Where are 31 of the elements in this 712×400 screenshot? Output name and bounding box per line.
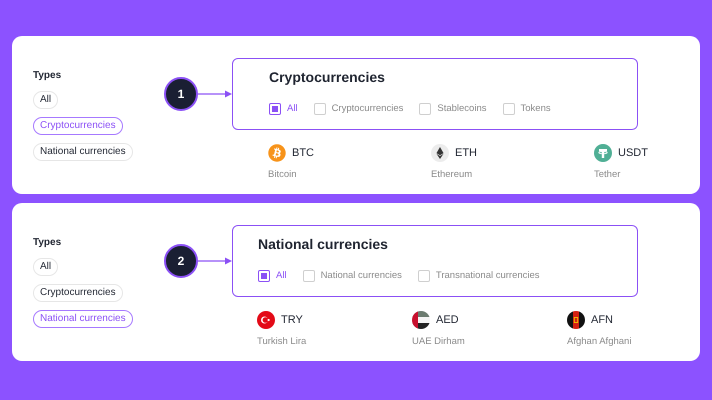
type-chip[interactable]: National currencies [33,310,133,328]
currency-code: BTC [292,146,314,161]
currency-code: USDT [618,146,648,161]
types-heading: Types [33,236,62,250]
currency-name: Ethereum [431,168,474,182]
type-chip[interactable]: Cryptocurrencies [33,117,123,135]
currency-code: TRY [281,312,303,328]
currency-name: Afghan Afghani [567,335,632,349]
currency-code: AFN [591,312,613,328]
filter-checkbox[interactable]: Stablecoins [419,102,486,116]
types-heading: Types [33,69,62,83]
currency-name: Turkish Lira [257,335,308,349]
filter-checkbox[interactable]: All [258,269,287,284]
step-badge: 1 [164,77,198,111]
filter-checkbox[interactable]: Cryptocurrencies [314,102,404,116]
filter-checkbox[interactable]: Tokens [502,102,551,116]
currency-code: AED [436,312,459,328]
currency-name: Bitcoin [268,168,298,182]
type-chip[interactable]: National currencies [33,143,133,161]
type-chip[interactable]: All [33,91,58,109]
type-chip[interactable]: Cryptocurrencies [33,284,123,302]
box-title: Cryptocurrencies [269,68,386,87]
filter-checkbox[interactable]: All [269,102,298,116]
step-badge: 2 [164,244,198,278]
filter-checkbox[interactable]: Transnational currencies [418,269,540,284]
filter-checkbox[interactable]: National currencies [302,269,402,284]
currency-name: UAE Dirham [412,335,466,349]
type-chip[interactable]: All [33,258,58,276]
currency-code: ETH [455,146,477,161]
box-title: National currencies [258,235,389,254]
currency-name: Tether [594,168,622,182]
